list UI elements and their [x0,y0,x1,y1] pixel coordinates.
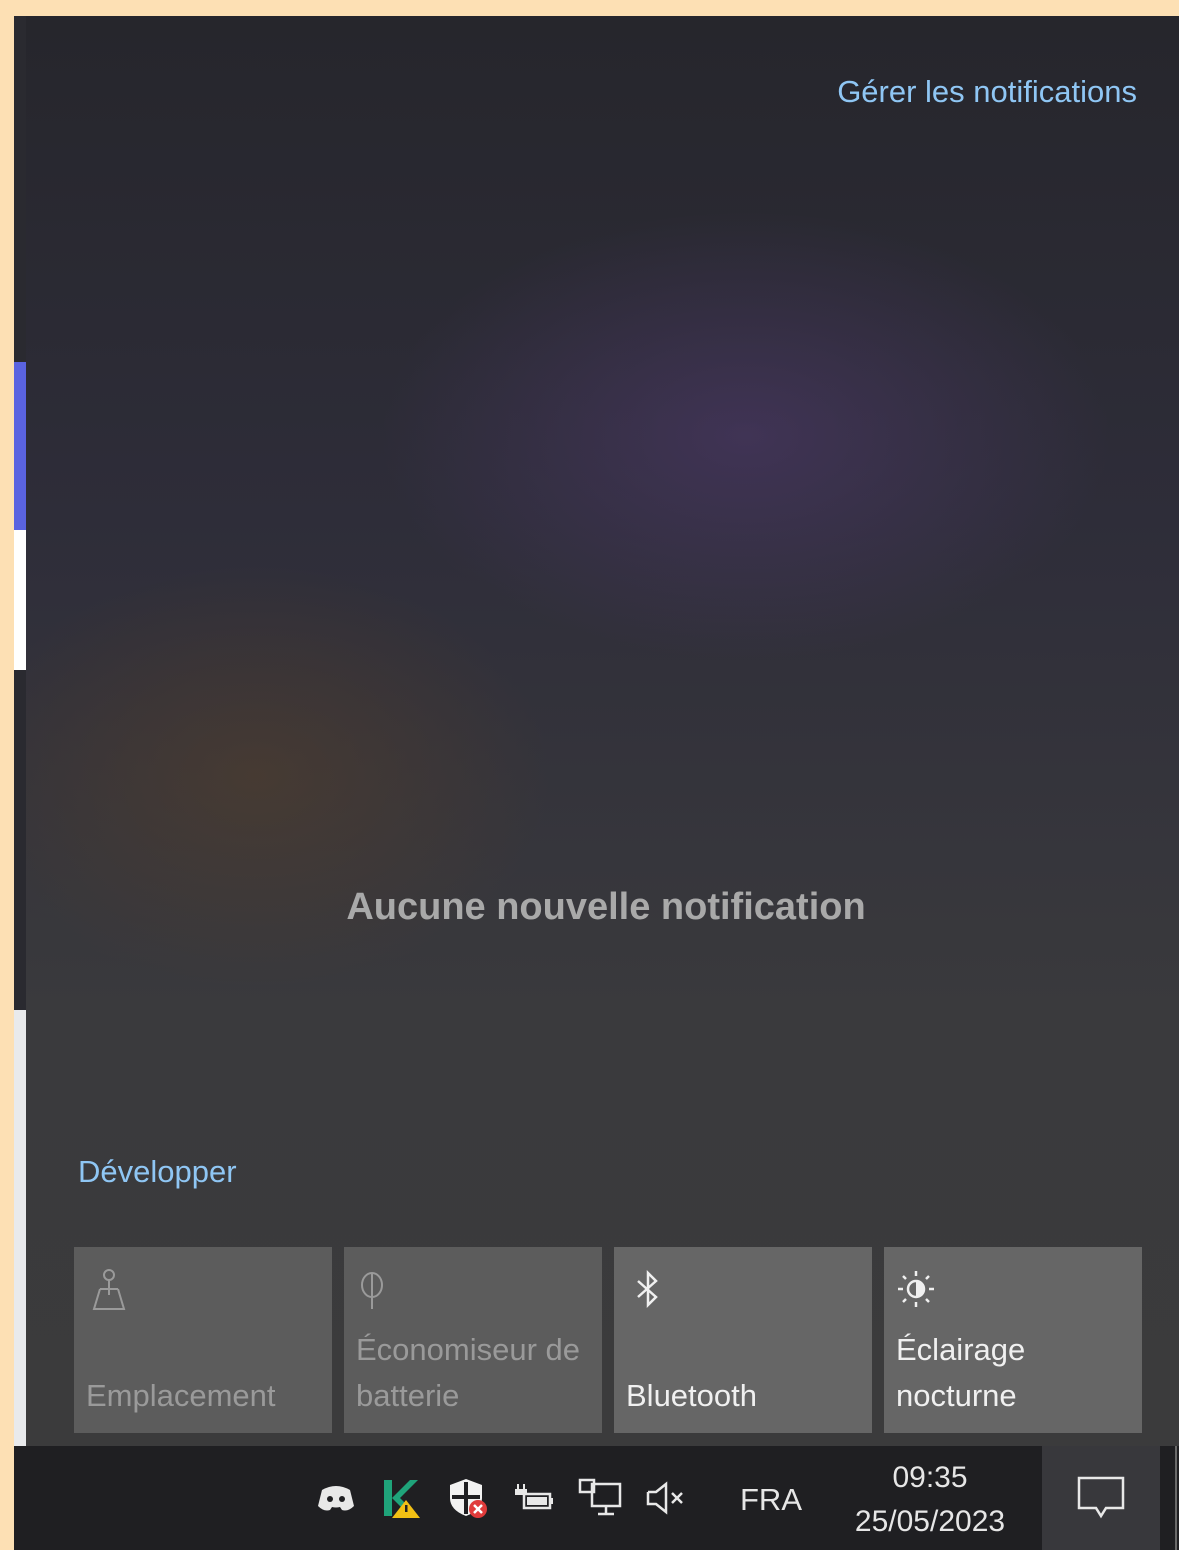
no-notifications-message: Aucune nouvelle notification [346,886,866,928]
manage-notifications-link[interactable]: Gérer les notifications [837,74,1137,110]
quick-actions: Emplacement Économiseur de batterie Blue… [74,1247,1142,1433]
tile-bluetooth[interactable]: Bluetooth [614,1247,872,1433]
network-icon[interactable] [578,1476,622,1520]
volume-muted-icon[interactable] [644,1476,688,1520]
tile-location-label: Emplacement [86,1378,276,1413]
tile-bluetooth-label: Bluetooth [626,1378,757,1413]
action-center-icon [1077,1476,1125,1519]
bluetooth-icon [637,1269,658,1309]
expand-link[interactable]: Développer [78,1154,237,1190]
battery-saver-icon [361,1272,383,1309]
tile-battery-saver[interactable]: Économiseur de batterie [344,1247,602,1433]
action-center-button[interactable] [1042,1446,1160,1550]
tile-night-light[interactable]: Éclairage nocturne [884,1247,1142,1433]
night-light-icon [898,1271,934,1307]
show-desktop-edge[interactable] [1175,1446,1177,1550]
clock-date: 25/05/2023 [854,1505,1006,1538]
system-tray [314,1446,710,1550]
power-battery-icon[interactable] [512,1476,556,1520]
tile-battery-saver-label: Économiseur de batterie [356,1332,581,1413]
location-icon [92,1269,126,1310]
tile-location[interactable]: Emplacement [74,1247,332,1433]
defender-error-icon[interactable] [446,1476,490,1520]
clock[interactable]: 09:35 25/05/2023 [840,1456,1020,1544]
action-center-panel: Gérer les notifications Aucune nouvelle … [26,16,1179,1446]
clock-time: 09:35 [892,1461,968,1494]
input-language-indicator[interactable]: FRA [740,1482,802,1518]
tile-night-light-label: Éclairage nocturne [896,1332,1026,1413]
kaspersky-warning-icon[interactable] [380,1476,424,1520]
taskbar: FRA 09:35 25/05/2023 [14,1446,1179,1550]
discord-icon[interactable] [314,1476,358,1520]
